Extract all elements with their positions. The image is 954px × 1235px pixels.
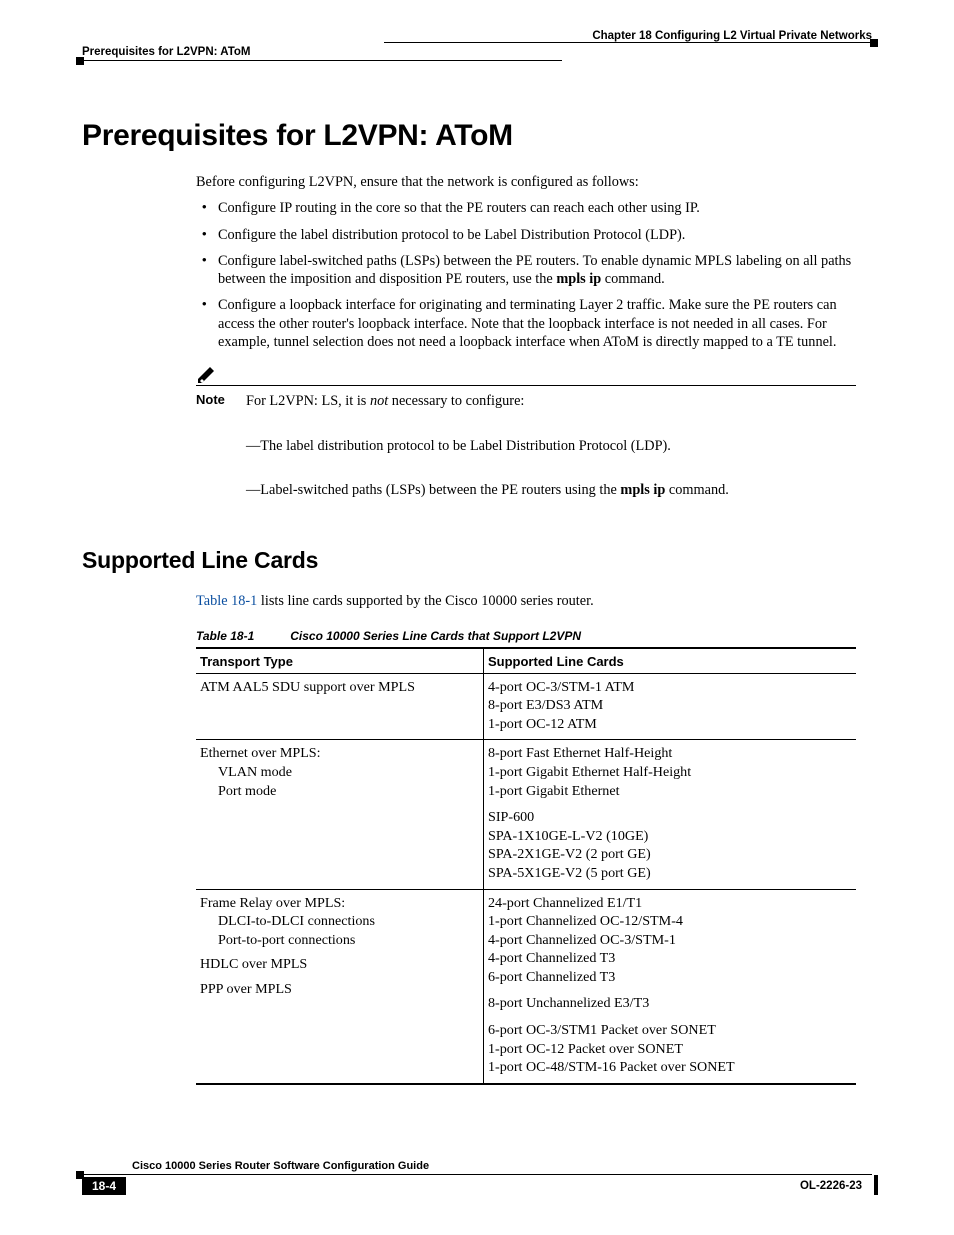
cell-supported: 8-port Fast Ethernet Half-Height1-port G… bbox=[484, 740, 857, 889]
bullet-item: Configure label-switched paths (LSPs) be… bbox=[196, 252, 872, 289]
cell-supported: 4-port OC-3/STM-1 ATM8-port E3/DS3 ATM1-… bbox=[484, 673, 857, 740]
footer-rule bbox=[82, 1174, 872, 1175]
chapter-label: Chapter 18 Configuring L2 Virtual Privat… bbox=[592, 30, 872, 42]
table-caption: Table 18-1Cisco 10000 Series Line Cards … bbox=[196, 629, 872, 643]
note-body: For L2VPN: LS, it is not necessary to co… bbox=[246, 392, 872, 499]
cell-transport: Frame Relay over MPLS:DLCI-to-DLCI conne… bbox=[196, 889, 484, 1084]
bullet-item: Configure a loopback interface for origi… bbox=[196, 296, 872, 351]
table-row: ATM AAL5 SDU support over MPLS4-port OC-… bbox=[196, 673, 856, 740]
page-title: Prerequisites for L2VPN: AToM bbox=[82, 119, 872, 153]
col-supported-cards: Supported Line Cards bbox=[484, 648, 857, 674]
document-page: Chapter 18 Configuring L2 Virtual Privat… bbox=[0, 0, 954, 1235]
cell-transport: Ethernet over MPLS:VLAN modePort mode bbox=[196, 740, 484, 889]
table-header-row: Transport Type Supported Line Cards bbox=[196, 648, 856, 674]
section-label: Prerequisites for L2VPN: AToM bbox=[82, 46, 872, 58]
pencil-icon bbox=[196, 365, 872, 383]
mpls-ip-cmd: mpls ip bbox=[556, 271, 601, 287]
running-header: Chapter 18 Configuring L2 Virtual Privat… bbox=[82, 30, 872, 42]
page-number: 18-4 bbox=[82, 1177, 126, 1195]
cell-transport: ATM AAL5 SDU support over MPLS bbox=[196, 673, 484, 740]
note-dash-2: —Label-switched paths (LSPs) between the… bbox=[246, 481, 872, 499]
table-intro: Table 18-1 lists line cards supported by… bbox=[196, 592, 872, 610]
header-rule-left bbox=[82, 60, 562, 61]
table-row: Ethernet over MPLS:VLAN modePort mode8-p… bbox=[196, 740, 856, 889]
note-block: Note For L2VPN: LS, it is not necessary … bbox=[196, 365, 872, 499]
body-content: Before configuring L2VPN, ensure that th… bbox=[196, 173, 872, 351]
bullet-item: Configure the label distribution protoco… bbox=[196, 226, 872, 244]
bullet-item: Configure IP routing in the core so that… bbox=[196, 199, 872, 217]
intro-text: Before configuring L2VPN, ensure that th… bbox=[196, 173, 872, 191]
table-ref-link[interactable]: Table 18-1 bbox=[196, 593, 257, 609]
page-footer: Cisco 10000 Series Router Software Confi… bbox=[82, 1160, 872, 1195]
bullet-list: Configure IP routing in the core so that… bbox=[196, 199, 872, 351]
note-dash-1: —The label distribution protocol to be L… bbox=[246, 437, 872, 455]
line-cards-table: Transport Type Supported Line Cards ATM … bbox=[196, 647, 856, 1085]
note-label: Note bbox=[196, 392, 246, 499]
cell-supported: 24-port Channelized E1/T11-port Channeli… bbox=[484, 889, 857, 1084]
section-heading: Supported Line Cards bbox=[82, 547, 872, 574]
footer-doc-title: Cisco 10000 Series Router Software Confi… bbox=[132, 1160, 872, 1172]
col-transport-type: Transport Type bbox=[196, 648, 484, 674]
table-body: ATM AAL5 SDU support over MPLS4-port OC-… bbox=[196, 673, 856, 1084]
note-rule bbox=[196, 385, 856, 386]
doc-id: OL-2226-23 bbox=[800, 1180, 872, 1192]
header-rule-right bbox=[384, 42, 872, 43]
table-row: Frame Relay over MPLS:DLCI-to-DLCI conne… bbox=[196, 889, 856, 1084]
